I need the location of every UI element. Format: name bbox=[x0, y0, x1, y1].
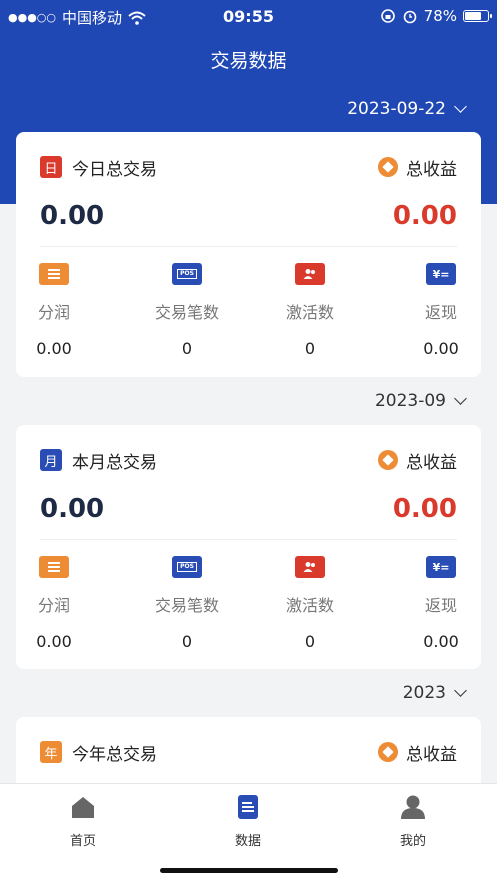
date-picker-label: 2023-09-22 bbox=[347, 99, 446, 119]
income-icon bbox=[378, 450, 398, 470]
income-label: 总收益 bbox=[406, 159, 457, 180]
card-title: 本月总交易 bbox=[72, 452, 157, 473]
home-indicator bbox=[160, 868, 338, 873]
stat-value: 0.00 bbox=[423, 339, 459, 358]
home-icon bbox=[72, 797, 94, 818]
stat-label: 交易笔数 bbox=[154, 303, 219, 322]
income-icon bbox=[378, 742, 398, 762]
page-title: 交易数据 bbox=[210, 50, 287, 72]
card-title: 今年总交易 bbox=[72, 744, 157, 765]
list-icon bbox=[39, 263, 69, 285]
stat-label: 分润 bbox=[37, 596, 70, 615]
stat-label: 激活数 bbox=[285, 596, 334, 615]
total-amount: 0.00 bbox=[40, 494, 105, 524]
stat-activations: 激活数 0 bbox=[250, 556, 370, 651]
stat-transaction-count: POS 交易笔数 0 bbox=[127, 263, 247, 358]
stat-profit-share: 分润 0.00 bbox=[0, 263, 114, 358]
divider bbox=[40, 539, 457, 540]
date-picker-label: 2023-09 bbox=[374, 391, 446, 411]
stat-value: 0 bbox=[304, 339, 316, 358]
stat-profit-share: 分润 0.00 bbox=[0, 556, 114, 651]
profile-icon bbox=[401, 795, 425, 819]
battery-icon bbox=[463, 10, 492, 22]
stat-value: 0.00 bbox=[36, 632, 72, 651]
monthly-transaction-card: 月 本月总交易 总收益 0.00 0.00 分润 0.00 POS 交易笔数 0… bbox=[16, 425, 481, 669]
stat-label: 分润 bbox=[37, 303, 70, 322]
stat-cashback: ¥= 返现 0.00 bbox=[381, 556, 497, 651]
alarm-icon bbox=[403, 10, 416, 24]
rotation-lock-icon bbox=[380, 9, 395, 23]
stat-label: 交易笔数 bbox=[154, 596, 219, 615]
list-icon bbox=[39, 556, 69, 578]
chevron-down-icon bbox=[454, 684, 467, 697]
tab-profile[interactable]: 我的 bbox=[368, 794, 458, 849]
stat-activations: 激活数 0 bbox=[250, 263, 370, 358]
data-icon bbox=[238, 795, 258, 819]
tab-home[interactable]: 首页 bbox=[38, 794, 128, 849]
chevron-down-icon bbox=[454, 392, 467, 405]
activation-icon bbox=[295, 556, 325, 578]
income-label: 总收益 bbox=[406, 744, 457, 765]
year-badge: 年 bbox=[40, 741, 62, 763]
card-title: 今日总交易 bbox=[72, 159, 157, 180]
stat-cashback: ¥= 返现 0.00 bbox=[381, 263, 497, 358]
total-amount: 0.00 bbox=[40, 201, 105, 231]
tab-data[interactable]: 数据 bbox=[203, 794, 293, 849]
status-bar: ●●●○○ 中国移动 09:55 78% bbox=[0, 0, 497, 32]
stat-value: 0 bbox=[304, 632, 316, 651]
cashback-icon: ¥= bbox=[426, 263, 456, 285]
stat-value: 0.00 bbox=[36, 339, 72, 358]
divider bbox=[40, 246, 457, 247]
battery-percent: 78% bbox=[423, 7, 457, 25]
daily-transaction-card: 日 今日总交易 总收益 0.00 0.00 分润 0.00 POS 交易笔数 0… bbox=[16, 132, 481, 377]
tab-label: 数据 bbox=[234, 834, 261, 849]
chevron-down-icon bbox=[454, 100, 467, 113]
date-picker-label: 2023 bbox=[402, 683, 446, 703]
day-badge: 日 bbox=[40, 156, 62, 178]
month-badge: 月 bbox=[40, 449, 62, 471]
stat-label: 返现 bbox=[424, 303, 457, 322]
tab-label: 我的 bbox=[399, 834, 426, 849]
cashback-icon: ¥= bbox=[426, 556, 456, 578]
stat-value: 0 bbox=[181, 632, 193, 651]
income-amount: 0.00 bbox=[392, 201, 457, 231]
tab-label: 首页 bbox=[69, 834, 96, 849]
date-picker-month[interactable]: 2023-09 bbox=[374, 389, 467, 413]
stat-label: 返现 bbox=[424, 596, 457, 615]
date-picker-day[interactable]: 2023-09-22 bbox=[347, 97, 467, 121]
pos-icon: POS bbox=[172, 263, 202, 285]
pos-icon: POS bbox=[172, 556, 202, 578]
income-icon bbox=[378, 157, 398, 177]
income-label: 总收益 bbox=[406, 452, 457, 473]
income-amount: 0.00 bbox=[392, 494, 457, 524]
stat-value: 0 bbox=[181, 339, 193, 358]
activation-icon bbox=[295, 263, 325, 285]
battery-fill bbox=[465, 12, 481, 20]
stat-transaction-count: POS 交易笔数 0 bbox=[127, 556, 247, 651]
date-picker-year[interactable]: 2023 bbox=[402, 681, 467, 705]
stat-value: 0.00 bbox=[423, 632, 459, 651]
stat-label: 激活数 bbox=[285, 303, 334, 322]
